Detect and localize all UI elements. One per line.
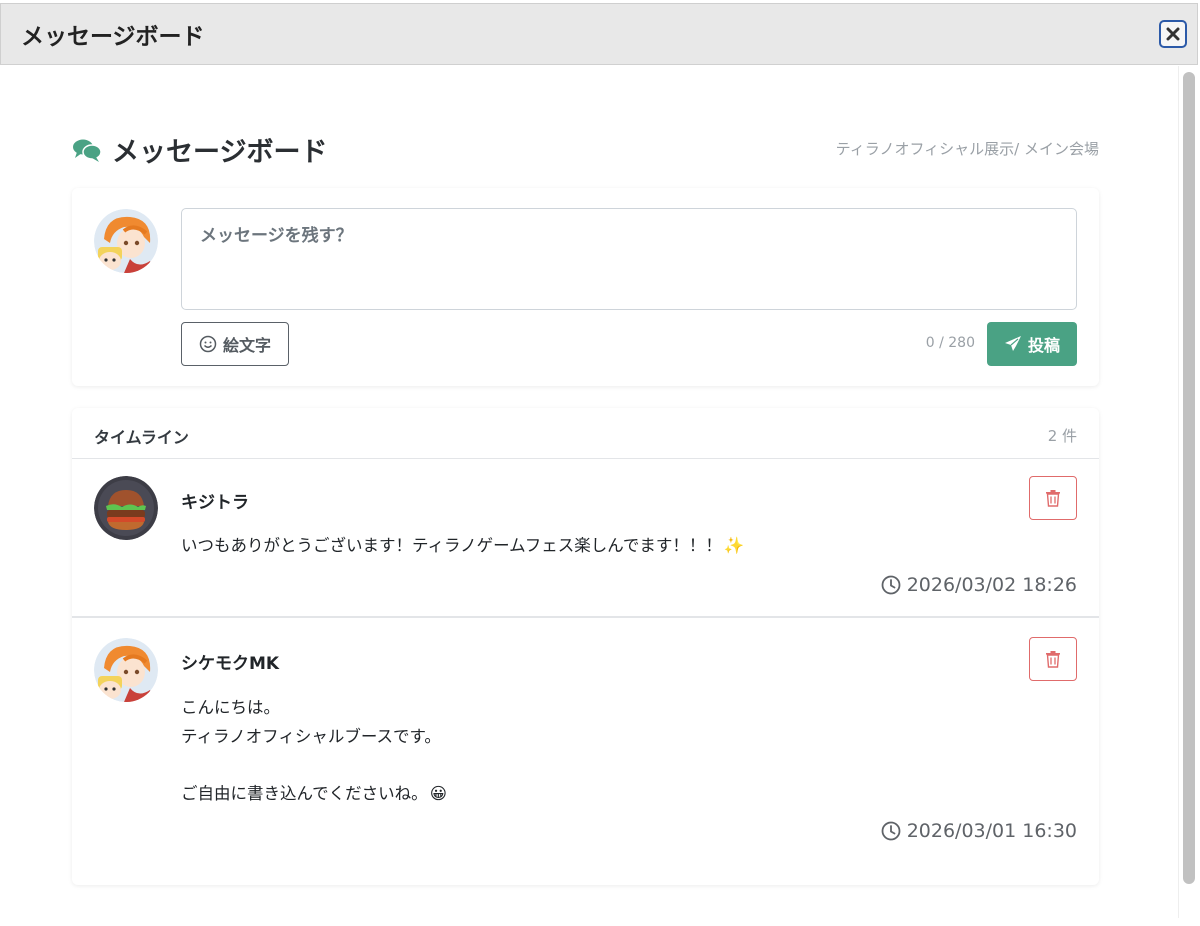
post-text-line: いつもありがとうございます！ティラノゲームフェス楽しんでます！！！ ✨	[181, 532, 744, 561]
post-timestamp: 2026/03/01 16:30	[881, 820, 1077, 842]
window-title: メッセージボード	[21, 24, 205, 50]
sparkles-emoji: ✨	[723, 536, 745, 555]
close-icon	[1166, 27, 1180, 41]
list-item: キジトラ いつもありがとうございます！ティラノゲームフェス楽しんでます！！！ ✨ …	[72, 460, 1099, 618]
post-text: こんにちは。 ティラノオフィシャルブースです。 ご自由に書き込んでくださいね。 😀	[181, 694, 447, 808]
clock-icon	[881, 575, 901, 595]
chat-bubbles-icon	[72, 137, 102, 163]
char-counter: 0 / 280	[925, 335, 975, 351]
post-timestamp: 2026/03/02 18:26	[881, 574, 1077, 596]
post-text-line-content: ご自由に書き込んでくださいね。	[181, 783, 428, 803]
page-title: メッセージボード	[112, 137, 328, 168]
post-timestamp-text: 2026/03/02 18:26	[906, 574, 1077, 596]
compose-card: 絵文字 0 / 280 投稿	[72, 188, 1099, 386]
user-avatar	[94, 209, 158, 273]
avatar	[94, 476, 158, 540]
post-text-line: ティラノオフィシャルブースです。	[181, 726, 441, 746]
post-timestamp-text: 2026/03/01 16:30	[906, 820, 1077, 842]
post-text-line: ご自由に書き込んでくださいね。 😀	[181, 780, 447, 809]
scrollbar-thumb[interactable]	[1183, 72, 1195, 884]
post-text-line: こんにちは。	[181, 698, 280, 717]
avatar	[94, 638, 158, 702]
post-button-label: 投稿	[1027, 336, 1060, 355]
delete-post-button[interactable]	[1029, 476, 1077, 520]
timeline-header: タイムライン 2 件	[72, 408, 1099, 459]
paper-plane-icon	[1004, 336, 1021, 351]
post-text-line-content: いつもありがとうございます！ティラノゲームフェス楽しんでます！！！	[181, 536, 722, 555]
post-text: いつもありがとうございます！ティラノゲームフェス楽しんでます！！！ ✨	[181, 532, 744, 561]
post-author: シケモクMK	[181, 654, 280, 674]
clock-icon	[881, 821, 901, 841]
emoji-button-label: 絵文字	[222, 336, 271, 355]
trash-icon	[1046, 651, 1060, 668]
delete-post-button[interactable]	[1029, 637, 1077, 681]
post-text-line	[181, 751, 447, 780]
smiley-icon	[199, 335, 217, 353]
board-header: メッセージボード ティラノオフィシャル展示/ メイン会場	[72, 130, 1099, 170]
list-item: シケモクMK こんにちは。 ティラノオフィシャルブースです。 ご自由に書き込んで…	[72, 620, 1099, 885]
board-title: メッセージボード	[72, 130, 327, 169]
timeline-card: タイムライン 2 件 キジトラ いつもありがとうございます！ティラノゲームフェス…	[72, 408, 1099, 885]
message-input[interactable]	[181, 208, 1077, 310]
grinning-face-emoji: 😀	[429, 783, 447, 803]
close-button[interactable]	[1159, 20, 1187, 48]
timeline-title: タイムライン	[94, 428, 189, 447]
timeline-count: 2 件	[1047, 427, 1077, 445]
emoji-button[interactable]: 絵文字	[181, 322, 289, 366]
post-button[interactable]: 投稿	[987, 322, 1077, 366]
trash-icon	[1046, 490, 1060, 507]
location-label: ティラノオフィシャル展示/ メイン会場	[835, 140, 1099, 158]
window-titlebar: メッセージボード	[0, 3, 1198, 65]
post-author: キジトラ	[181, 493, 249, 513]
